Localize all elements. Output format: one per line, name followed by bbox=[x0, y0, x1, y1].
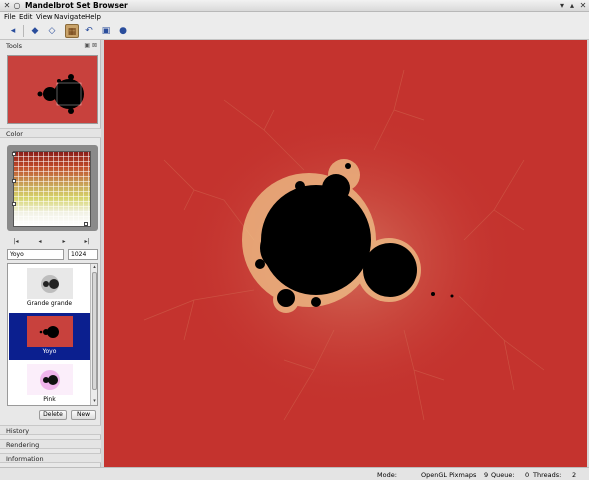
scroll-up-icon[interactable]: ▴ bbox=[91, 264, 97, 271]
color-stop-marker[interactable] bbox=[12, 202, 16, 206]
back-icon[interactable]: ◂ bbox=[6, 24, 20, 38]
forward-icon[interactable]: ◇ bbox=[45, 24, 59, 38]
last-icon[interactable]: ▸| bbox=[82, 237, 92, 247]
palette-nav-row: |◂ ◂ ▸ ▸| bbox=[7, 237, 98, 247]
color-stop-marker[interactable] bbox=[12, 179, 16, 183]
delete-button[interactable]: Delete bbox=[39, 410, 67, 420]
preset-preview-image bbox=[27, 316, 73, 347]
queue-label: Queue: bbox=[491, 471, 515, 479]
minimize-icon[interactable]: ▾ bbox=[558, 2, 566, 10]
overview-thumbnail[interactable] bbox=[7, 55, 98, 124]
queue-extra: 0 bbox=[525, 471, 530, 479]
fractal-view[interactable] bbox=[104, 40, 587, 467]
new-button[interactable]: New bbox=[71, 410, 96, 420]
menu-edit[interactable]: Edit bbox=[19, 13, 33, 21]
preset-label: Grande grande bbox=[26, 300, 73, 307]
scrollbar-thumb[interactable] bbox=[92, 272, 97, 390]
circle-icon[interactable]: ○ bbox=[13, 2, 21, 10]
mode-value: OpenGL Pixmaps bbox=[421, 471, 477, 479]
menu-help[interactable]: Help bbox=[85, 13, 101, 21]
color-gradient-grid[interactable] bbox=[13, 151, 91, 227]
toolbar-separator bbox=[23, 25, 24, 37]
palette-size-spinner[interactable]: 1024 bbox=[68, 249, 98, 260]
undo-icon[interactable]: ↶ bbox=[82, 24, 96, 38]
prev-icon[interactable]: ◆ bbox=[28, 24, 42, 38]
list-item[interactable]: Pink bbox=[9, 361, 90, 405]
panel-controls-icon[interactable]: ▣ ⊠ bbox=[84, 41, 97, 51]
overview-fractal-image bbox=[8, 56, 97, 123]
tools-label: Tools bbox=[6, 42, 23, 50]
close-icon[interactable]: ✕ bbox=[579, 2, 587, 10]
maximize-icon[interactable]: ▴ bbox=[568, 2, 576, 10]
palette-name-row: Yoyo 1024 bbox=[7, 249, 98, 260]
threads-value: 2 bbox=[572, 471, 577, 479]
preset-preview-image bbox=[27, 364, 73, 395]
mode-label: Mode: bbox=[377, 471, 397, 479]
first-icon[interactable]: |◂ bbox=[11, 237, 21, 247]
history-label: History bbox=[6, 427, 30, 435]
menu-bar: File Edit View Navigate Help bbox=[0, 12, 589, 23]
select-mode-icon[interactable]: ▦ bbox=[65, 24, 79, 38]
x-logo-icon[interactable]: ✕ bbox=[3, 2, 11, 10]
preset-preview-image bbox=[27, 268, 73, 299]
threads-label: Threads: bbox=[533, 471, 562, 479]
status-bar: Mode: OpenGL Pixmaps 9 Queue: 0 Threads:… bbox=[0, 467, 589, 480]
preset-scrollbar[interactable]: ▴ ▾ bbox=[90, 264, 97, 405]
history-section-header[interactable]: History bbox=[0, 425, 101, 435]
tools-sidebar: Tools ▣ ⊠ Color |◂ ◂ ▸ ▸| Yoyo 1024 Gran… bbox=[0, 40, 101, 467]
color-label: Color bbox=[6, 130, 23, 138]
menu-navigate[interactable]: Navigate bbox=[54, 13, 85, 21]
information-label: Information bbox=[6, 455, 44, 463]
preset-label: Yoyo bbox=[42, 348, 57, 355]
color-section-header[interactable]: Color bbox=[0, 128, 101, 138]
list-item[interactable]: Grande grande bbox=[9, 265, 90, 312]
next-stop-icon[interactable]: ▸ bbox=[59, 237, 69, 247]
snapshot-icon[interactable]: ▣ bbox=[99, 24, 113, 38]
preset-button-row: Delete New bbox=[7, 410, 98, 420]
tools-panel-header: Tools ▣ ⊠ bbox=[0, 41, 101, 51]
rendering-section-header[interactable]: Rendering bbox=[0, 439, 101, 449]
rendering-label: Rendering bbox=[6, 441, 40, 449]
menu-file[interactable]: File bbox=[4, 13, 16, 21]
window-title: Mandelbrot Set Browser bbox=[25, 1, 128, 10]
menu-view[interactable]: View bbox=[36, 13, 53, 21]
toolbar: ◂ ◆ ◇ ▦ ↶ ▣ ● bbox=[0, 23, 589, 40]
palette-name-field[interactable]: Yoyo bbox=[7, 249, 64, 260]
title-bar: ✕ ○ Mandelbrot Set Browser ▾ ▴ ✕ bbox=[0, 0, 589, 12]
list-item[interactable]: Yoyo bbox=[9, 313, 90, 360]
scroll-down-icon[interactable]: ▾ bbox=[91, 398, 97, 405]
color-stop-marker[interactable] bbox=[12, 152, 16, 156]
color-editor bbox=[7, 145, 98, 231]
info-icon[interactable]: ● bbox=[116, 24, 130, 38]
prev-stop-icon[interactable]: ◂ bbox=[35, 237, 45, 247]
color-stop-marker[interactable] bbox=[84, 222, 88, 226]
queue-count: 9 bbox=[484, 471, 489, 479]
palette-preset-list[interactable]: Grande grande Yoyo Pink ▴ ▾ bbox=[7, 263, 98, 406]
information-section-header[interactable]: Information bbox=[0, 453, 101, 463]
preset-label: Pink bbox=[43, 396, 56, 403]
mandelbrot-render bbox=[104, 40, 587, 467]
